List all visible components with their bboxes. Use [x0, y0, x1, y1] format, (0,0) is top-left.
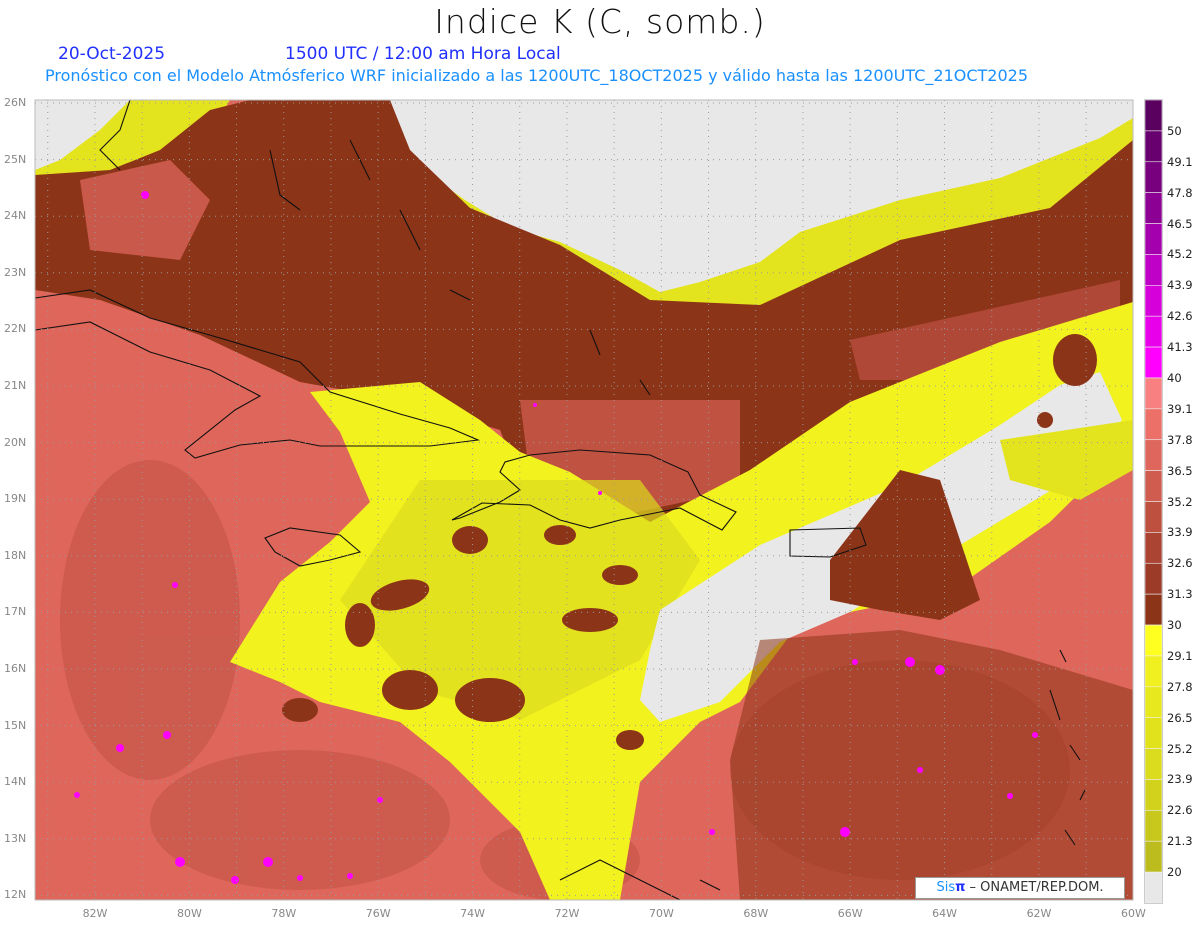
lat-label: 23N [4, 265, 27, 279]
colorbar-label: 33.9 [1167, 525, 1193, 540]
lon-label: 64W [932, 907, 958, 920]
lat-label: 17N [4, 605, 27, 619]
colorbar-label: 26.5 [1167, 710, 1193, 725]
lat-label: 24N [4, 209, 27, 223]
colorbar-swatch [1144, 501, 1163, 533]
k-index-map [34, 99, 1163, 904]
colorbar-label: 27.8 [1167, 679, 1193, 694]
lat-label: 26N [4, 96, 27, 109]
colorbar [1144, 99, 1163, 904]
lon-label: 72W [554, 907, 580, 920]
lat-label: 12N [4, 888, 27, 902]
colorbar-label: 22.6 [1167, 803, 1193, 818]
colorbar-swatch [1144, 562, 1163, 595]
credit-pi: π [955, 880, 966, 895]
colorbar-label: 41.3 [1167, 340, 1193, 355]
lon-label: 76W [365, 907, 391, 920]
colorbar-swatch [1144, 254, 1163, 286]
colorbar-label: 43.9 [1167, 278, 1193, 293]
colorbar-swatch [1144, 470, 1163, 502]
colorbar-swatch [1144, 810, 1163, 842]
colorbar-swatch [1144, 285, 1163, 317]
lon-label: 78W [271, 907, 297, 920]
colorbar-label: 23.9 [1167, 772, 1193, 787]
colorbar-label: 31.3 [1167, 587, 1193, 602]
colorbar-swatch [1144, 192, 1163, 224]
colorbar-swatch [1144, 377, 1163, 410]
colorbar-swatch [1144, 223, 1163, 255]
colorbar-swatch [1144, 717, 1163, 749]
lat-label: 25N [4, 152, 27, 166]
lon-label: 60W [1120, 907, 1146, 920]
colorbar-swatch [1144, 624, 1163, 657]
lon-label: 70W [648, 907, 674, 920]
lat-label: 21N [4, 379, 27, 392]
colorbar-label: 40 [1167, 370, 1182, 385]
lat-label: 13N [4, 831, 27, 845]
lat-label: 14N [4, 775, 27, 789]
shaded-field [35, 100, 1133, 900]
colorbar-swatch [1144, 840, 1163, 873]
lat-label: 16N [4, 662, 27, 675]
colorbar-swatch [1144, 99, 1163, 132]
credit-org: – ONAMET/REP.DOM. [965, 880, 1104, 895]
colorbar-label: 47.8 [1167, 185, 1193, 200]
lon-label: 66W [837, 907, 863, 920]
colorbar-swatch [1144, 779, 1163, 811]
lat-label: 18N [4, 548, 27, 562]
colorbar-label: 30 [1167, 618, 1182, 633]
colorbar-swatch [1144, 315, 1163, 348]
colorbar-label: 50 [1167, 123, 1182, 138]
lon-label: 74W [460, 907, 486, 920]
colorbar-label: 32.6 [1167, 556, 1193, 571]
colorbar-label: 42.6 [1167, 309, 1193, 324]
colorbar-label: 37.8 [1167, 432, 1193, 447]
colorbar-swatch [1144, 346, 1163, 379]
lon-label: 80W [176, 907, 202, 920]
colorbar-label: 39.1 [1167, 401, 1193, 416]
colorbar-swatch [1144, 593, 1163, 626]
colorbar-label: 45.2 [1167, 247, 1193, 262]
colorbar-swatch [1144, 439, 1163, 471]
colorbar-label: 20 [1167, 865, 1182, 880]
colorbar-label: 49.1 [1167, 154, 1193, 169]
lat-label: 22N [4, 322, 27, 336]
credit-box: Sisπ – ONAMET/REP.DOM. [915, 877, 1125, 899]
colorbar-swatch [1144, 871, 1163, 904]
colorbar-swatch [1144, 532, 1163, 564]
colorbar-label: 29.1 [1167, 648, 1193, 663]
colorbar-swatch [1144, 408, 1163, 441]
lon-label: 68W [743, 907, 769, 920]
colorbar-label: 36.5 [1167, 463, 1193, 478]
lon-label: 62W [1026, 907, 1052, 920]
credit-sis: Sis [936, 880, 956, 895]
lat-label: 20N [4, 435, 27, 449]
lat-label: 19N [4, 492, 27, 506]
lat-label: 15N [4, 718, 27, 732]
colorbar-swatch [1144, 686, 1163, 718]
lon-label: 82W [82, 907, 108, 920]
colorbar-label: 46.5 [1167, 216, 1193, 231]
colorbar-swatch [1144, 655, 1163, 688]
colorbar-label: 25.2 [1167, 741, 1193, 756]
colorbar-swatch [1144, 161, 1163, 193]
colorbar-label: 21.3 [1167, 834, 1193, 849]
colorbar-label: 35.2 [1167, 494, 1193, 509]
colorbar-swatch [1144, 130, 1163, 163]
colorbar-swatch [1144, 748, 1163, 780]
